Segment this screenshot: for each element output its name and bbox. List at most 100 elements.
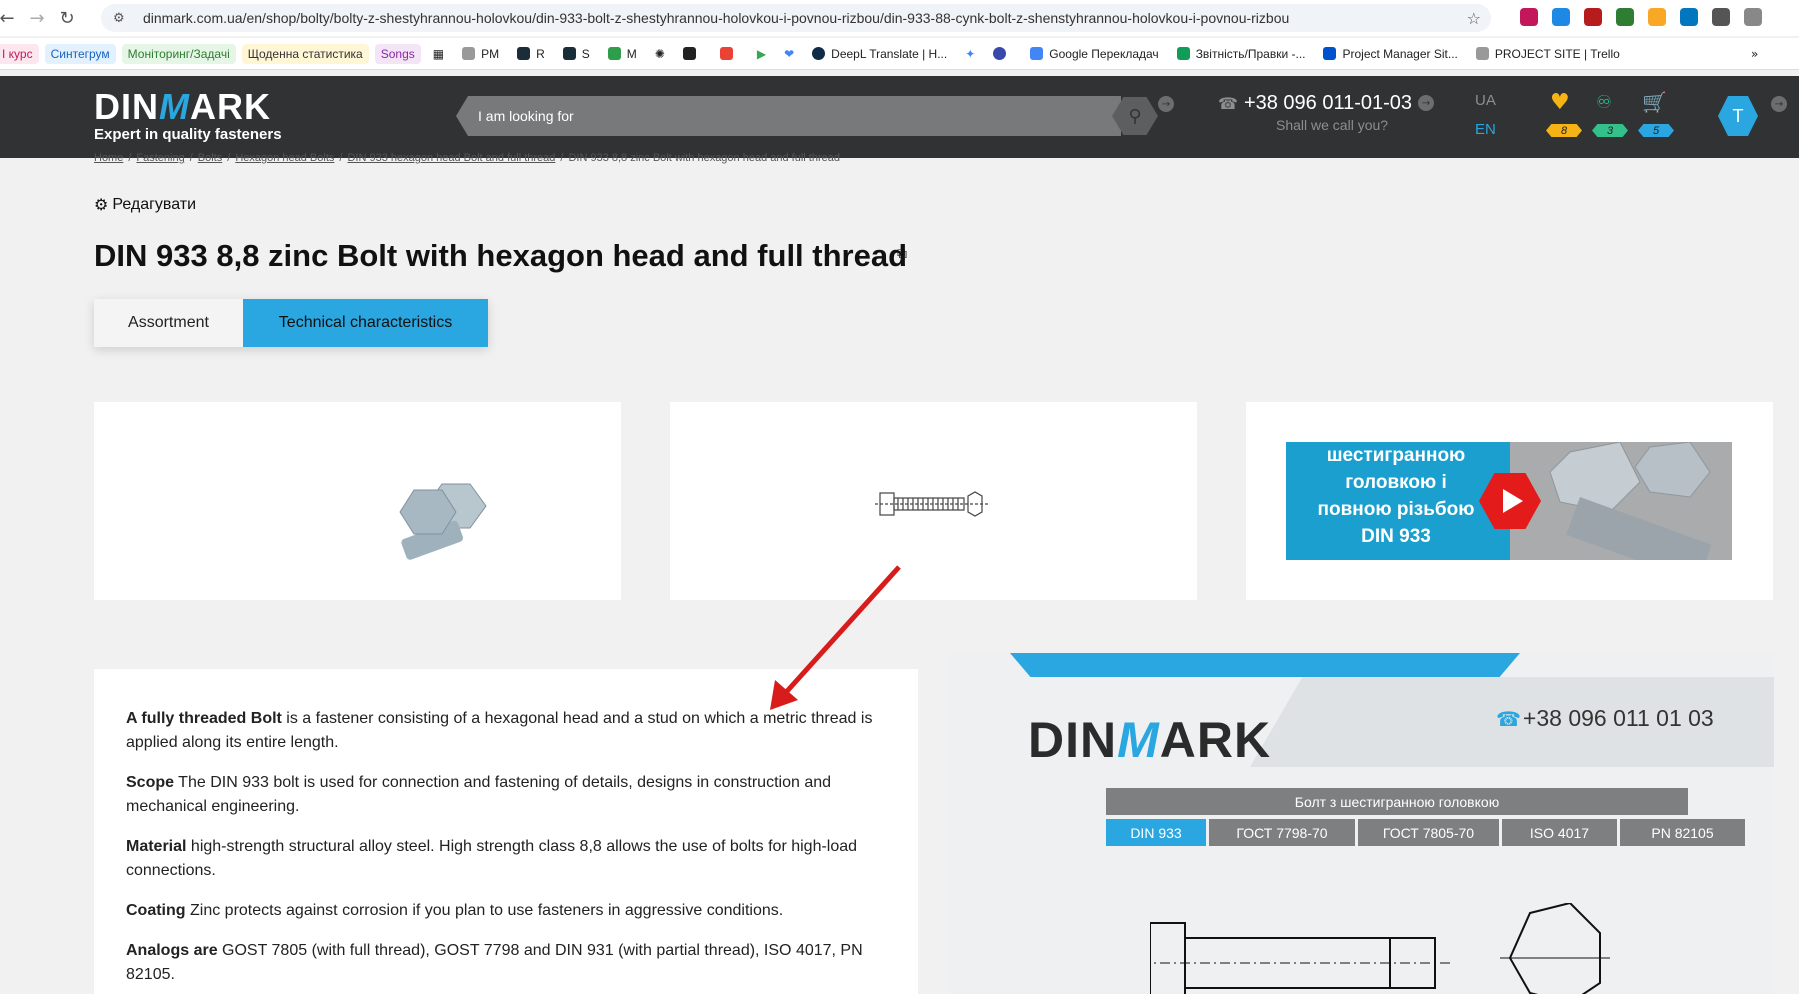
bolt-technical-drawing: [1150, 903, 1610, 994]
breadcrumb-current: DIN 933 8,8 zinc Bolt with hexagon head …: [568, 152, 840, 164]
video-thumbnail[interactable]: шестигранною головкою і повною різьбою D…: [1286, 442, 1732, 560]
search-input[interactable]: I am looking for: [456, 96, 1121, 136]
product-photo-card[interactable]: [94, 402, 621, 600]
page-title: DIN 933 8,8 zinc Bolt with hexagon head …: [94, 238, 908, 273]
extension-icon[interactable]: [1520, 8, 1538, 26]
phone-icon: ☎: [1218, 94, 1238, 113]
breadcrumb-link[interactable]: Fastening: [136, 152, 184, 164]
extension-icon[interactable]: [1616, 8, 1634, 26]
bookmark-item[interactable]: Звітність/Правки -...: [1171, 44, 1312, 64]
more-bookmarks-icon[interactable]: »: [1745, 44, 1764, 64]
search-arrow-icon[interactable]: →: [1158, 96, 1174, 112]
bookmark-favicon: [993, 47, 1007, 60]
bookmark-label: Project Manager Sit...: [1342, 46, 1458, 61]
lang-en[interactable]: EN: [1475, 121, 1496, 138]
header-phone[interactable]: ☎ +38 096 011-01-03: [1218, 92, 1412, 115]
bookmark-favicon: [682, 47, 696, 60]
standards-row: DIN 933 ГОСТ 7798-70 ГОСТ 7805-70 ISO 40…: [1106, 819, 1745, 846]
extension-icon[interactable]: [1584, 8, 1602, 26]
cart-icon[interactable]: 🛒: [1642, 90, 1667, 114]
tab-technical-characteristics[interactable]: Technical characteristics: [243, 299, 488, 347]
bookmark-icon[interactable]: [714, 44, 745, 64]
brand-spec-banner: DINMARK ☎+38 096 011 01 03 Болт з шестиг…: [950, 653, 1774, 994]
bookmark-item[interactable]: Songs: [374, 43, 421, 64]
banner-stripe: [1010, 653, 1520, 677]
breadcrumb-link[interactable]: Home: [94, 152, 123, 164]
bookmark-item[interactable]: PM: [456, 44, 505, 64]
bookmark-label: S: [581, 46, 590, 61]
bookmark-item[interactable]: Моніторинг/Задачі: [121, 43, 236, 64]
lang-ua[interactable]: UA: [1475, 92, 1496, 109]
bookmark-item[interactable]: І курс: [0, 43, 39, 64]
favorites-heart-icon[interactable]: ♥: [1550, 90, 1570, 115]
standard-label: ГОСТ 7805-70: [1358, 819, 1499, 846]
tab-assortment[interactable]: Assortment: [94, 299, 243, 347]
sheets-icon: [1176, 47, 1190, 60]
extension-icon[interactable]: [1680, 8, 1698, 26]
bolt-photo: [399, 483, 487, 560]
chatgpt-icon[interactable]: ✺: [649, 44, 671, 64]
site-info-icon[interactable]: ⚙: [113, 11, 131, 26]
compare-count-badge: 3: [1592, 124, 1628, 137]
gemini-icon[interactable]: ✦: [959, 44, 981, 64]
bookmark-favicon: [462, 47, 476, 60]
standard-label: DIN 933: [1106, 819, 1206, 846]
description-paragraph: Analogs are GOST 7805 (with full thread)…: [126, 942, 863, 983]
description-paragraph: Coating Zinc protects against corrosion …: [126, 902, 784, 919]
trello-icon: [1323, 47, 1337, 60]
bookmark-item[interactable]: Google Перекладач: [1024, 44, 1164, 64]
breadcrumb-link[interactable]: Hexagon head Bolts: [235, 152, 334, 164]
bookmark-label: DeepL Translate | H...: [831, 46, 948, 61]
standard-label: PN 82105: [1620, 819, 1745, 846]
apps-grid-icon[interactable]: ▦: [427, 44, 450, 64]
bookmark-item[interactable]: Project Manager Sit...: [1317, 44, 1463, 64]
edit-link[interactable]: ⚙ Редагувати: [94, 195, 196, 214]
bookmark-item[interactable]: S: [557, 44, 596, 64]
banner-logo: DINMARK: [1028, 712, 1272, 768]
play-store-icon[interactable]: ▶: [751, 44, 772, 64]
bookmark-label: M: [626, 46, 637, 61]
bookmark-item[interactable]: M: [602, 44, 643, 64]
extension-icon[interactable]: [1744, 8, 1762, 26]
bookmarks-bar: І курс Синтегрум Моніторинг/Задачі Щоден…: [0, 38, 1799, 70]
bookmark-item[interactable]: DeepL Translate | H...: [806, 44, 953, 64]
bookmark-item[interactable]: PROJECT SITE | Trello: [1470, 44, 1626, 64]
bookmark-item[interactable]: Щоденна статистика: [241, 43, 369, 64]
bookmark-star-icon[interactable]: ☆: [1467, 9, 1481, 28]
extension-icon[interactable]: [1712, 8, 1730, 26]
forward-icon[interactable]: →: [22, 3, 52, 33]
back-icon[interactable]: ←: [0, 3, 22, 33]
deepl-icon: [812, 47, 826, 60]
url-text: dinmark.com.ua/en/shop/bolty/bolty-z-she…: [143, 10, 1290, 26]
bolt-drawing-card[interactable]: [670, 402, 1197, 600]
reload-icon[interactable]: ↻: [52, 3, 82, 33]
bookmark-favicon: [517, 47, 531, 60]
bookmark-icon[interactable]: [987, 44, 1018, 64]
extensions: [1520, 8, 1762, 26]
phone-number: +38 096 011-01-03: [1243, 92, 1413, 114]
copy-icon[interactable]: ⧉: [897, 246, 907, 262]
site-logo[interactable]: DINMARK Expert in quality fasteners: [94, 86, 282, 143]
breadcrumb: Home / Fastening / Bolts / Hexagon head Bolts /…: [94, 152, 840, 164]
description-paragraph: Material high-strength structural alloy …: [126, 838, 858, 879]
bookmark-item[interactable]: Синтегрум: [44, 43, 116, 64]
bookmark-label: Звітність/Правки -...: [1195, 46, 1306, 61]
search-icon: ⚲: [1128, 105, 1142, 127]
compare-icon[interactable]: ♾: [1596, 92, 1612, 113]
search-placeholder: I am looking for: [478, 108, 574, 124]
bookmark-favicon: [562, 47, 576, 60]
product-tabs: Assortment Technical characteristics: [94, 299, 488, 347]
bookmark-icon[interactable]: [677, 44, 708, 64]
account-arrow-icon[interactable]: →: [1771, 96, 1787, 112]
bookmark-icon[interactable]: ❤: [778, 44, 800, 64]
callback-link[interactable]: Shall we call you?: [1276, 117, 1388, 133]
breadcrumb-link[interactable]: DIN 933 hexagon head Bolt and full threa…: [347, 152, 555, 164]
address-bar[interactable]: ⚙ dinmark.com.ua/en/shop/bolty/bolty-z-s…: [101, 4, 1491, 32]
extension-icon[interactable]: [1648, 8, 1666, 26]
product-description: A fully threaded Bolt is a fastener cons…: [94, 669, 918, 994]
extension-icon[interactable]: [1552, 8, 1570, 26]
bookmark-item[interactable]: R: [511, 44, 551, 64]
phone-arrow-icon[interactable]: →: [1418, 95, 1434, 111]
bookmark-favicon: [607, 47, 621, 60]
breadcrumb-link[interactable]: Bolts: [198, 152, 222, 164]
